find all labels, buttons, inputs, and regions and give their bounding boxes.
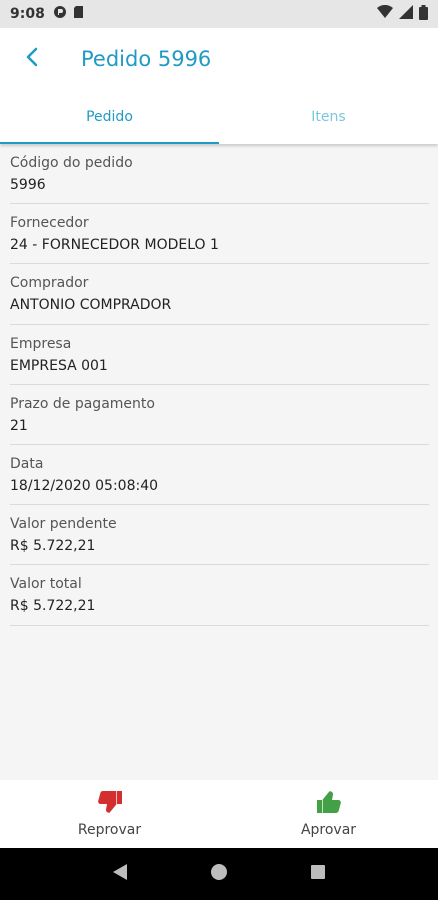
- thumbs-up-icon: [316, 790, 342, 818]
- chevron-left-icon: [25, 47, 39, 71]
- square-recents-icon: [310, 864, 326, 884]
- field-value: R$ 5.722,21: [10, 598, 96, 615]
- page-title: Pedido 5996: [81, 47, 212, 71]
- field-value: R$ 5.722,21: [10, 538, 96, 555]
- reject-label: Reprovar: [77, 822, 142, 838]
- field-value: 21: [10, 417, 28, 434]
- triangle-back-icon: [112, 863, 128, 885]
- system-nav-bar: [0, 848, 438, 900]
- field-label: Valor pendente: [10, 516, 117, 533]
- field-value: ANTONIO COMPRADOR: [10, 297, 172, 314]
- status-bar: 9:08: [0, 0, 438, 28]
- field-label: Código do pedido: [10, 155, 133, 171]
- sim-card-icon: [73, 5, 84, 23]
- app-notification-icon: [53, 5, 67, 23]
- thumbs-down-icon: [97, 790, 123, 818]
- field-supplier: Fornecedor 24 - FORNECEDOR MODELO 1: [10, 204, 429, 265]
- status-time: 9:08: [10, 6, 45, 22]
- tab-active-indicator: [0, 142, 219, 144]
- field-label: Fornecedor: [10, 215, 89, 232]
- field-label: Prazo de pagamento: [10, 395, 155, 412]
- field-value: EMPRESA 001: [10, 357, 108, 374]
- nav-home-button[interactable]: [199, 854, 239, 894]
- nav-recents-button[interactable]: [298, 854, 338, 894]
- field-value: 18/12/2020 05:08:40: [10, 477, 159, 494]
- field-order-code: Código do pedido 5996: [10, 144, 429, 205]
- field-company: Empresa EMPRESA 001: [10, 325, 429, 385]
- app-bar: Pedido 5996: [0, 28, 438, 90]
- order-details: Código do pedido 5996 Fornecedor 24 - FO…: [0, 144, 438, 780]
- battery-icon: [419, 4, 428, 24]
- tab-bar: Pedido Itens: [0, 90, 438, 144]
- field-label: Empresa: [10, 335, 72, 352]
- field-label: Valor total: [10, 576, 82, 593]
- field-total-value: Valor total R$ 5.722,21: [10, 565, 429, 626]
- wifi-icon: [377, 4, 393, 23]
- reject-button[interactable]: Reprovar: [0, 780, 219, 848]
- field-pending-value: Valor pendente R$ 5.722,21: [10, 505, 429, 566]
- field-label: Data: [10, 455, 44, 472]
- tab-label: Pedido: [86, 109, 133, 125]
- back-button[interactable]: [0, 28, 64, 90]
- field-value: 5996: [10, 177, 46, 193]
- tab-label: Itens: [311, 109, 346, 125]
- signal-icon: [399, 5, 413, 23]
- tab-pedido[interactable]: Pedido: [0, 90, 219, 144]
- nav-back-button[interactable]: [100, 854, 140, 894]
- approve-button[interactable]: Aprovar: [219, 780, 438, 848]
- circle-home-icon: [210, 863, 228, 885]
- field-payment-term: Prazo de pagamento 21: [10, 385, 429, 445]
- field-label: Comprador: [10, 275, 89, 292]
- approve-label: Aprovar: [300, 822, 357, 838]
- tab-itens[interactable]: Itens: [219, 90, 438, 144]
- field-value: 24 - FORNECEDOR MODELO 1: [10, 237, 219, 254]
- action-bar: Reprovar Aprovar: [0, 780, 438, 848]
- field-buyer: Comprador ANTONIO COMPRADOR: [10, 264, 429, 325]
- field-date: Data 18/12/2020 05:08:40: [10, 445, 429, 506]
